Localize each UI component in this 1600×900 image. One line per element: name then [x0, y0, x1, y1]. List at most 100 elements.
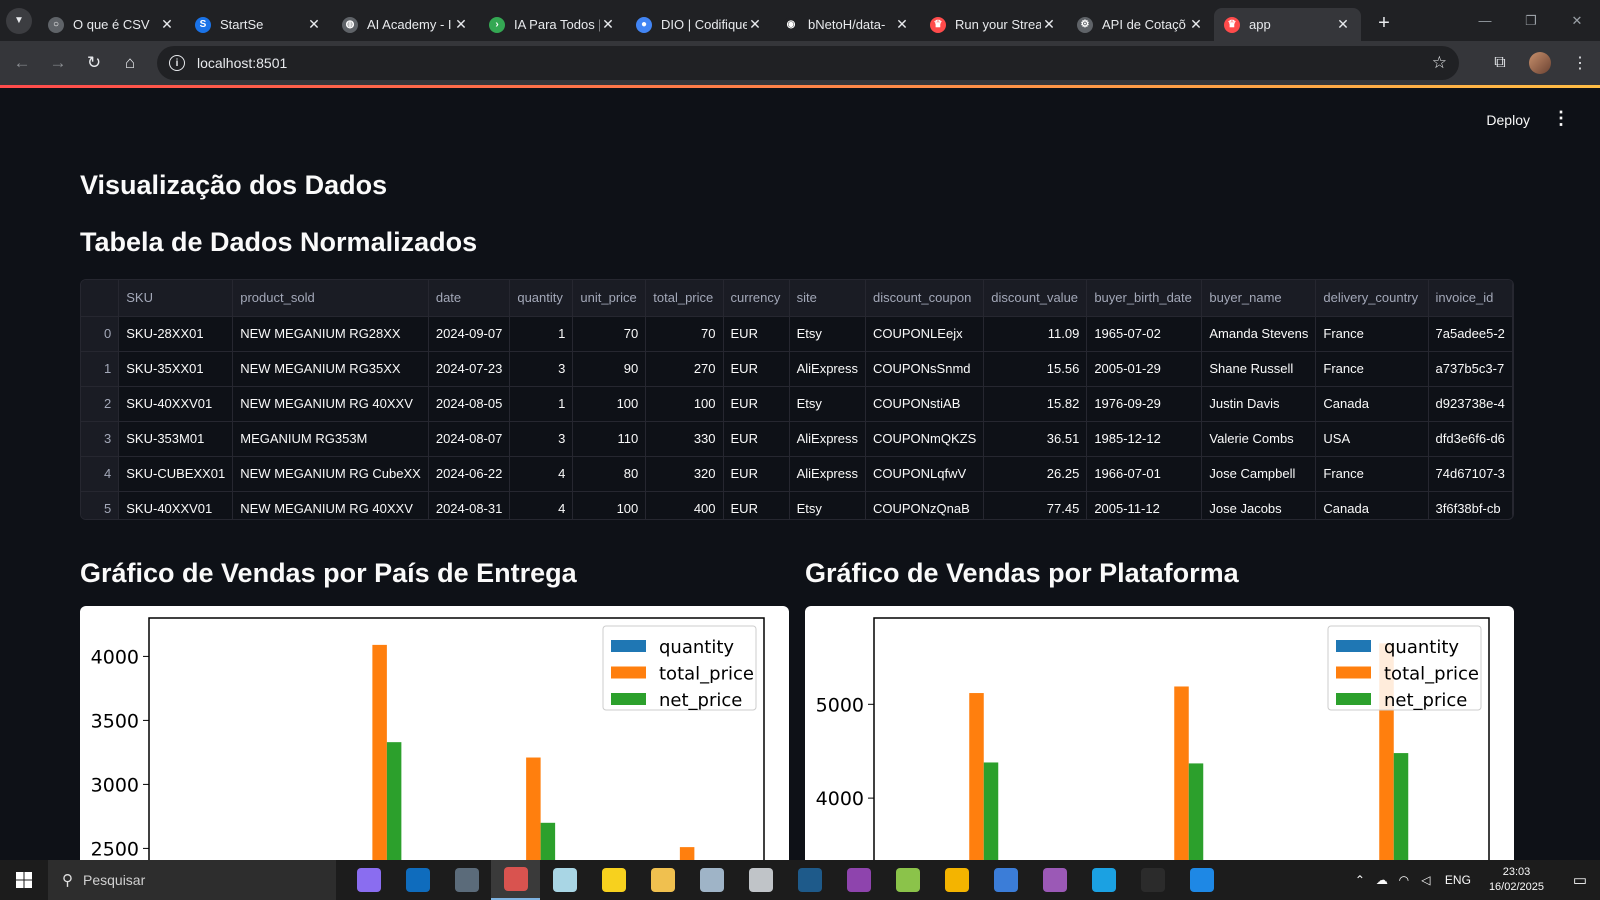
- tab-close-icon[interactable]: ✕: [159, 16, 175, 33]
- table-cell[interactable]: SKU-CUBEXX01: [118, 456, 234, 492]
- table-cell[interactable]: COUPONstiAB: [865, 386, 985, 422]
- table-cell[interactable]: 270: [645, 351, 724, 387]
- table-cell[interactable]: Canada: [1315, 386, 1429, 422]
- table-cell[interactable]: 1965-07-02: [1086, 316, 1203, 352]
- tab-close-icon[interactable]: ✕: [894, 16, 910, 33]
- table-cell[interactable]: 90: [572, 351, 647, 387]
- browser-tab[interactable]: ⚙ API de Cotaçõ ✕: [1067, 8, 1214, 41]
- table-cell[interactable]: Etsy: [789, 316, 867, 352]
- row-index[interactable]: 0: [81, 316, 120, 352]
- table-cell[interactable]: France: [1315, 316, 1429, 352]
- table-cell[interactable]: NEW MEGANIUM RG35XX: [232, 351, 429, 387]
- table-cell[interactable]: SKU-40XXV01: [118, 491, 234, 519]
- table-cell[interactable]: 3f6f38bf-cb: [1428, 491, 1513, 519]
- table-row[interactable]: 5 SKU-40XXV01 NEW MEGANIUM RG 40XXV 2024-08…: [81, 491, 1513, 519]
- tab-search-button[interactable]: ▼: [0, 0, 38, 41]
- browser-tab[interactable]: ♛ app ✕: [1214, 8, 1361, 41]
- table-cell[interactable]: EUR: [723, 351, 790, 387]
- column-header[interactable]: buyer_birth_date: [1086, 280, 1203, 317]
- column-header[interactable]: buyer_name: [1201, 280, 1317, 317]
- table-cell[interactable]: 1966-07-01: [1086, 456, 1203, 492]
- table-cell[interactable]: Shane Russell: [1201, 351, 1317, 387]
- table-cell[interactable]: Jose Jacobs: [1201, 491, 1317, 519]
- tab-close-icon[interactable]: ✕: [306, 16, 322, 33]
- table-cell[interactable]: 1: [509, 316, 574, 352]
- reload-icon[interactable]: ↻: [76, 45, 112, 81]
- address-bar[interactable]: i localhost:8501 ☆: [157, 46, 1459, 80]
- sticky-notes-taskbar-button[interactable]: [589, 860, 638, 900]
- table-cell[interactable]: 330: [645, 421, 724, 457]
- table-cell[interactable]: 4: [509, 456, 574, 492]
- column-header[interactable]: currency: [723, 280, 790, 317]
- table-row[interactable]: 3 SKU-353M01 MEGANIUM RG353M 2024-08-07 3 110…: [81, 421, 1513, 457]
- browser-tab[interactable]: › IA Para Todos | ✕: [479, 8, 626, 41]
- tab-close-icon[interactable]: ✕: [747, 16, 763, 33]
- data-table[interactable]: SKU product_sold date quantity unit_price tot…: [80, 279, 1514, 520]
- column-header[interactable]: date: [428, 280, 511, 317]
- column-header[interactable]: unit_price: [572, 280, 647, 317]
- column-header[interactable]: invoice_id: [1428, 280, 1513, 317]
- file-explorer-taskbar-button[interactable]: [638, 860, 687, 900]
- table-cell[interactable]: COUPONsSnmd: [865, 351, 985, 387]
- volume-muted-icon[interactable]: ◁: [1415, 873, 1437, 887]
- table-cell[interactable]: COUPONLqfwV: [865, 456, 985, 492]
- table-cell[interactable]: EUR: [723, 386, 790, 422]
- table-cell[interactable]: 15.82: [983, 386, 1088, 422]
- table-cell[interactable]: Jose Campbell: [1201, 456, 1317, 492]
- calculator-taskbar-button[interactable]: [442, 860, 491, 900]
- edge-taskbar-button[interactable]: [1079, 860, 1128, 900]
- table-cell[interactable]: 2024-08-07: [428, 421, 511, 457]
- database-taskbar-button[interactable]: [736, 860, 785, 900]
- browser-tab[interactable]: S StartSe ✕: [185, 8, 332, 41]
- table-cell[interactable]: Valerie Combs: [1201, 421, 1317, 457]
- table-cell[interactable]: MEGANIUM RG353M: [232, 421, 429, 457]
- windows-start-button[interactable]: [0, 860, 48, 900]
- tab-close-icon[interactable]: ✕: [1335, 16, 1351, 33]
- new-tab-button[interactable]: +: [1369, 9, 1399, 39]
- forward-arrow-icon[interactable]: →: [40, 45, 76, 81]
- table-cell[interactable]: 100: [645, 386, 724, 422]
- table-cell[interactable]: 320: [645, 456, 724, 492]
- table-cell[interactable]: COUPONmQKZS: [865, 421, 985, 457]
- table-cell[interactable]: SKU-353M01: [118, 421, 234, 457]
- table-cell[interactable]: NEW MEGANIUM RG CubeXX: [232, 456, 429, 492]
- column-header[interactable]: discount_value: [983, 280, 1088, 317]
- table-cell[interactable]: 2024-08-31: [428, 491, 511, 519]
- table-cell[interactable]: 7a5adee5-2: [1428, 316, 1513, 352]
- table-cell[interactable]: a737b5c3-7: [1428, 351, 1513, 387]
- tab-close-icon[interactable]: ✕: [1041, 16, 1057, 33]
- browser-tab[interactable]: ♛ Run your Strea ✕: [920, 8, 1067, 41]
- table-row[interactable]: 0 SKU-28XX01 NEW MEGANIUM RG28XX 2024-09-07…: [81, 316, 1513, 352]
- tab-close-icon[interactable]: ✕: [453, 16, 469, 33]
- visual-studio-taskbar-button[interactable]: [834, 860, 883, 900]
- onedrive-cloud-icon[interactable]: ☁: [1371, 873, 1393, 887]
- column-header[interactable]: total_price: [645, 280, 724, 317]
- table-cell[interactable]: 2024-09-07: [428, 316, 511, 352]
- main-menu-icon[interactable]: ⋮: [1552, 108, 1570, 129]
- site-info-icon[interactable]: i: [169, 55, 185, 71]
- column-header[interactable]: site: [789, 280, 867, 317]
- table-cell[interactable]: 77.45: [983, 491, 1088, 519]
- table-cell[interactable]: Etsy: [789, 491, 867, 519]
- table-cell[interactable]: EUR: [723, 456, 790, 492]
- address-url[interactable]: localhost:8501: [197, 55, 287, 71]
- row-index[interactable]: 2: [81, 386, 120, 422]
- table-cell[interactable]: Canada: [1315, 491, 1429, 519]
- chevron-up-icon[interactable]: ⌃: [1349, 873, 1371, 887]
- 3d-viewer-taskbar-button[interactable]: [687, 860, 736, 900]
- table-cell[interactable]: 400: [645, 491, 724, 519]
- row-index[interactable]: 3: [81, 421, 120, 457]
- clock[interactable]: 23:03 16/02/2025: [1489, 865, 1544, 895]
- column-header[interactable]: product_sold: [232, 280, 429, 317]
- table-cell[interactable]: 2005-01-29: [1086, 351, 1203, 387]
- table-cell[interactable]: Etsy: [789, 386, 867, 422]
- notepad-taskbar-button[interactable]: [540, 860, 589, 900]
- table-cell[interactable]: 3: [509, 351, 574, 387]
- column-header[interactable]: quantity: [509, 280, 574, 317]
- browser-tab[interactable]: ○ O que é CSV ✕: [38, 8, 185, 41]
- table-cell[interactable]: SKU-35XX01: [118, 351, 234, 387]
- avatar[interactable]: [1529, 52, 1551, 74]
- row-index[interactable]: 4: [81, 456, 120, 492]
- snipping-tool-taskbar-button[interactable]: [491, 860, 540, 900]
- table-cell[interactable]: EUR: [723, 491, 790, 519]
